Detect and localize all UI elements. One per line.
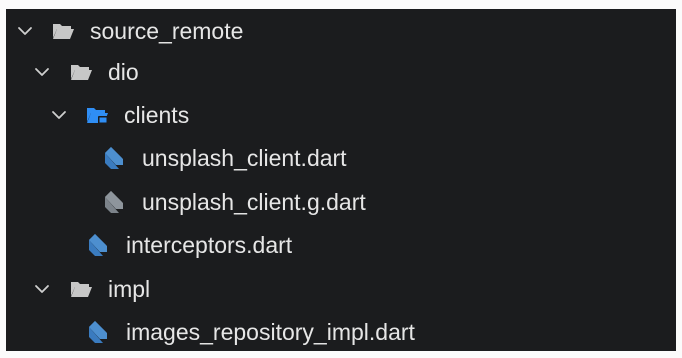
chevron-down-icon[interactable] [33,63,51,81]
dart-file-icon [105,147,123,169]
tree-item-label: impl [108,276,151,302]
folder-open-icon [53,24,74,39]
tree-item-label: unsplash_client.g.dart [142,189,366,215]
tree-item-unsplash-client-g-file[interactable]: unsplash_client.g.dart [6,180,676,224]
tree-item-source-remote-folder[interactable]: source_remote [6,9,676,53]
file-explorer-tree: source_remote dio clients unsplash_clien… [6,9,676,351]
tree-item-label: dio [108,59,139,85]
dart-file-icon [89,234,107,256]
tree-item-unsplash-client-file[interactable]: unsplash_client.dart [6,136,676,180]
tree-item-label: clients [124,102,190,128]
tree-item-clients-folder[interactable]: clients [6,93,676,137]
tree-item-dio-folder[interactable]: dio [6,50,676,94]
chevron-down-icon[interactable] [33,280,51,298]
tree-item-label: interceptors.dart [126,232,293,258]
folder-open-icon [71,65,92,80]
client-folder-icon [87,108,108,124]
chevron-down-icon[interactable] [50,106,68,124]
folder-open-icon [71,282,92,297]
tree-item-label: source_remote [90,18,244,44]
dart-file-icon [89,321,107,343]
tree-item-interceptors-file[interactable]: interceptors.dart [6,223,676,267]
chevron-down-icon[interactable] [16,22,34,40]
dart-generated-file-icon [105,191,123,213]
tree-item-images-repository-impl-file[interactable]: images_repository_impl.dart [6,310,676,351]
tree-item-label: unsplash_client.dart [142,145,347,171]
tree-item-label: images_repository_impl.dart [126,319,415,345]
tree-item-impl-folder[interactable]: impl [6,267,676,311]
